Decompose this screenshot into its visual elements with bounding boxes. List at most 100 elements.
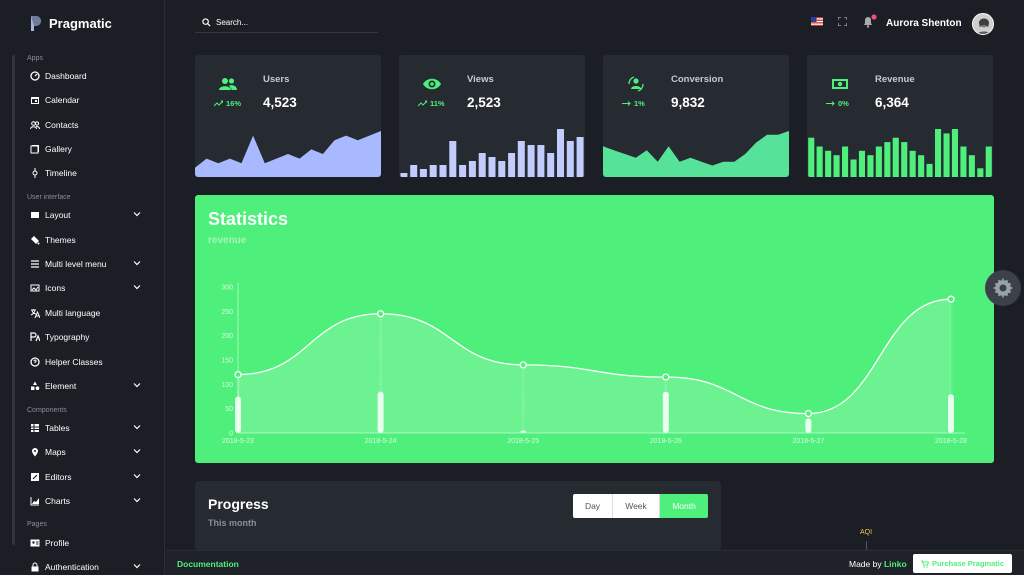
sparkline-chart — [400, 129, 584, 177]
sparkline-bar — [858, 150, 865, 177]
sparkline-bar — [439, 165, 447, 177]
tables-icon — [30, 423, 40, 433]
stat-card-conversion[interactable]: Conversion 9,832 1% — [603, 55, 789, 177]
sparkline-bar — [951, 129, 958, 177]
progress-subtitle: This month — [208, 518, 257, 528]
y-tick-label: 100 — [221, 382, 233, 389]
sidebar-item-dashboard[interactable]: Dashboard — [30, 67, 150, 85]
stat-card-revenue[interactable]: Revenue 6,364 0% — [807, 55, 993, 177]
sparkline-bar — [985, 146, 992, 177]
stat-card-trend-value: 11% — [430, 99, 445, 108]
stat-card-title: Users — [263, 74, 290, 85]
sidebar-item-profile[interactable]: Profile — [30, 534, 150, 552]
sparkline-bar — [825, 150, 832, 177]
sidebar-item-maps[interactable]: Maps — [30, 443, 150, 461]
stat-card-trend-value: 16% — [226, 99, 242, 108]
stat-card-trend: 1% — [622, 99, 645, 108]
sidebar-item-layout[interactable]: Layout — [30, 206, 150, 224]
x-tick-label: 2018-5-26 — [650, 438, 682, 445]
search-bar[interactable]: Search... — [195, 12, 378, 33]
bell-icon[interactable] — [862, 14, 878, 28]
purchase-button[interactable]: Purchase Pragmatic — [913, 554, 1012, 573]
sidebar-item-multi-level-menu[interactable]: Multi level menu — [30, 255, 150, 273]
sidebar-item-label: Dashboard — [45, 71, 87, 81]
sidebar-item-editors[interactable]: Editors — [30, 468, 150, 486]
settings-fab[interactable] — [985, 270, 1021, 306]
stat-card-trend: 16% — [214, 99, 241, 108]
sparkline-bar — [400, 173, 408, 177]
sidebar-item-themes[interactable]: Themes — [30, 231, 150, 249]
sparkline-bar — [557, 129, 564, 177]
gallery-icon — [30, 144, 40, 154]
y-tick-label: 250 — [221, 309, 233, 316]
sparkline-chart — [603, 131, 789, 177]
sidebar: Pragmatic Apps User interface Components… — [0, 0, 165, 575]
tab-day[interactable]: Day — [573, 494, 613, 518]
chevron-down-icon — [133, 449, 141, 454]
sidebar-item-icons[interactable]: Icons — [30, 279, 150, 297]
brand[interactable]: Pragmatic — [28, 15, 112, 32]
search-icon — [202, 17, 211, 27]
sidebar-item-gallery[interactable]: Gallery — [30, 140, 150, 158]
fullscreen-icon[interactable] — [838, 17, 847, 26]
sidebar-item-calendar[interactable]: Calendar — [30, 91, 150, 109]
maps-icon — [30, 447, 40, 457]
series-bar — [235, 396, 241, 433]
documentation-link[interactable]: Documentation — [177, 559, 239, 569]
stat-card-users[interactable]: Users 4,523 16% — [195, 55, 381, 177]
sidebar-item-typography[interactable]: Typography — [30, 328, 150, 346]
period-selector: Day Week Month — [573, 494, 708, 518]
statistics-chart[interactable]: 0 50 100 150 200 250 300 2018-5-23 2018-5-24 2018… — [195, 195, 994, 463]
sidebar-item-label: Typography — [45, 332, 90, 342]
sparkline-bar — [901, 142, 908, 177]
sparkline-bar — [468, 161, 476, 177]
dashboard-icon — [30, 71, 40, 81]
arrow-right-icon — [622, 101, 631, 106]
sparkline-bar — [429, 165, 437, 177]
sidebar-item-authentication[interactable]: Authentication — [30, 558, 150, 575]
profile-icon — [30, 538, 40, 548]
sidebar-item-charts[interactable]: Charts — [30, 492, 150, 510]
sparkline-bar — [808, 137, 815, 177]
progress-panel: Progress This month Day Week Month — [195, 481, 721, 551]
sparkline-bar — [419, 169, 427, 177]
sidebar-item-contacts[interactable]: Contacts — [30, 116, 150, 134]
avatar[interactable] — [972, 13, 994, 35]
aqi-label: AQI — [860, 529, 873, 536]
sparkline-area — [603, 131, 789, 177]
tab-week[interactable]: Week — [613, 494, 660, 518]
sparkline-chart — [808, 129, 992, 177]
sidebar-scrollbar[interactable] — [12, 55, 15, 545]
chevron-down-icon — [133, 212, 141, 217]
purchase-label: Purchase Pragmatic — [931, 559, 1005, 568]
user-name[interactable]: Aurora Shenton — [886, 18, 962, 29]
y-tick-label: 200 — [221, 333, 233, 340]
made-by-label: Made by — [849, 559, 882, 569]
sidebar-item-tables[interactable]: Tables — [30, 419, 150, 437]
tab-month[interactable]: Month — [660, 494, 708, 518]
sidebar-item-label: Contacts — [45, 120, 79, 130]
stat-card-title: Revenue — [875, 74, 915, 85]
sparkline-bar — [576, 137, 584, 177]
sparkline-bar — [816, 146, 823, 177]
series-bar — [948, 394, 954, 433]
sidebar-item-timeline[interactable]: Timeline — [30, 164, 150, 182]
chevron-down-icon — [133, 564, 141, 569]
stat-card-trend-value: 1% — [634, 99, 645, 108]
conversion-icon — [628, 76, 644, 92]
sidebar-item-helper-classes[interactable]: Helper Classes — [30, 353, 150, 371]
sidebar-item-label: Maps — [45, 447, 66, 457]
sidebar-item-multi-language[interactable]: Multi language — [30, 304, 150, 322]
stat-card-views[interactable]: Views 2,523 11% — [399, 55, 585, 177]
sparkline-bar — [918, 155, 925, 177]
search-input[interactable]: Search... — [216, 18, 248, 27]
sparkline-bar — [537, 145, 545, 177]
sparkline-bar — [498, 161, 506, 177]
us-flag-icon[interactable] — [811, 17, 823, 26]
sparkline-bar — [909, 150, 916, 177]
x-tick-label: 2018-5-27 — [792, 438, 824, 445]
section-pages: Pages — [27, 521, 47, 528]
author-link[interactable]: Linko — [884, 559, 907, 569]
sidebar-item-element[interactable]: Element — [30, 377, 150, 395]
sparkline-bar — [517, 141, 525, 177]
